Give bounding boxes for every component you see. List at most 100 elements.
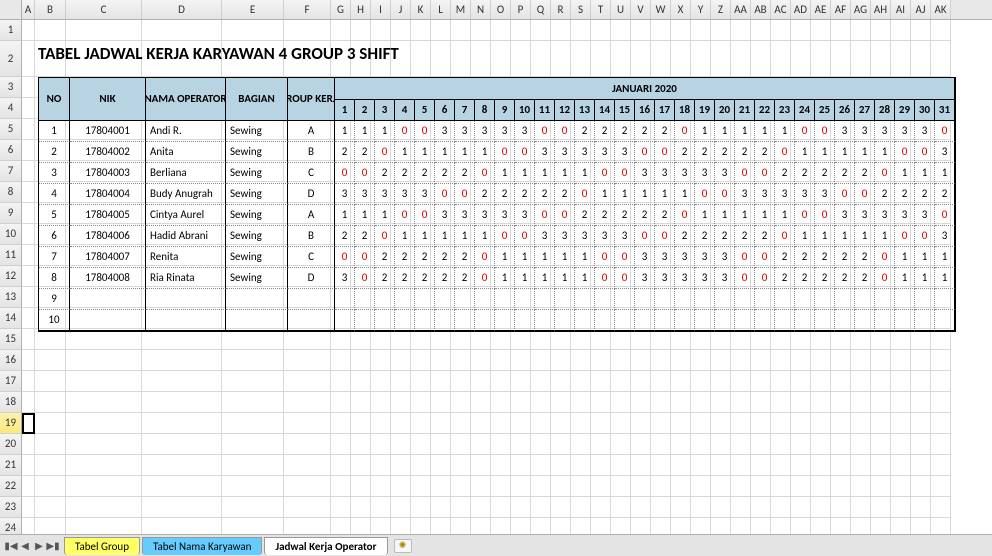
tab-nav-prev[interactable]: ◀ [18,539,32,552]
row-header-2[interactable]: 2 [0,41,22,77]
new-sheet-button[interactable]: ✺ [394,539,412,553]
tab-nav: ▮◀ ◀ ▶ ▶▮ [0,539,64,552]
th-day-28: 28 [875,100,895,121]
sheet-tab[interactable]: Tabel Group [64,537,140,555]
row-header-10[interactable]: 10 [0,224,22,245]
col-header-AI[interactable]: AI [891,0,911,19]
col-header-AF[interactable]: AF [831,0,851,19]
col-header-O[interactable]: O [491,0,511,19]
col-header-H[interactable]: H [351,0,371,19]
col-header-D[interactable]: D [142,0,222,19]
col-header-T[interactable]: T [591,0,611,19]
col-header-N[interactable]: N [471,0,491,19]
col-header-K[interactable]: K [411,0,431,19]
th-day-27: 27 [855,100,875,121]
col-header-G[interactable]: G [331,0,351,19]
col-header-C[interactable]: C [66,0,142,19]
row-header-19[interactable]: 19 [0,413,22,434]
th-day-10: 10 [515,100,535,121]
col-header-AC[interactable]: AC [771,0,791,19]
row-header-4[interactable]: 4 [0,98,22,119]
col-header-Z[interactable]: Z [711,0,731,19]
col-header-AJ[interactable]: AJ [911,0,931,19]
row-header-21[interactable]: 21 [0,455,22,476]
col-header-Y[interactable]: Y [691,0,711,19]
col-header-Q[interactable]: Q [531,0,551,19]
col-header-AB[interactable]: AB [751,0,771,19]
th-nik: NIK [70,78,146,121]
row-header-12[interactable]: 12 [0,266,22,287]
page-title: TABEL JADWAL KERJA KARYAWAN 4 GROUP 3 SH… [38,43,399,64]
th-day-20: 20 [715,100,735,121]
col-header-AK[interactable]: AK [931,0,951,19]
col-header-P[interactable]: P [511,0,531,19]
table-row: 617804006Hadid AbraniSewingB220111110033… [39,226,955,247]
sheet-tab-bar: ▮◀ ◀ ▶ ▶▮ Tabel GroupTabel Nama Karyawan… [0,534,992,556]
col-header-B[interactable]: B [35,0,66,19]
th-day-17: 17 [655,100,675,121]
col-header-R[interactable]: R [551,0,571,19]
col-header-S[interactable]: S [571,0,591,19]
sheet-tab[interactable]: Jadwal Kerja Operator [264,537,387,555]
row-header-5[interactable]: 5 [0,119,22,140]
table-row: 317804003BerlianaSewingC0022222011111003… [39,163,955,184]
table-row: 817804008Ria RinataSewingD30222220111110… [39,268,955,289]
th-group: GROUP KERJA [288,78,335,121]
th-day-6: 6 [435,100,455,121]
th-day-24: 24 [795,100,815,121]
row-header-23[interactable]: 23 [0,497,22,518]
col-header-AE[interactable]: AE [811,0,831,19]
th-day-5: 5 [415,100,435,121]
row-header-20[interactable]: 20 [0,434,22,455]
th-day-11: 11 [535,100,555,121]
col-header-J[interactable]: J [391,0,411,19]
th-bagian: BAGIAN [226,78,288,121]
row-header-8[interactable]: 8 [0,182,22,203]
row-header-9[interactable]: 9 [0,203,22,224]
col-header-A[interactable]: A [22,0,35,19]
row-header-16[interactable]: 16 [0,350,22,371]
th-day-7: 7 [455,100,475,121]
col-header-M[interactable]: M [451,0,471,19]
col-header-AG[interactable]: AG [851,0,871,19]
row-header-7[interactable]: 7 [0,161,22,182]
th-day-14: 14 [595,100,615,121]
select-all-corner[interactable] [0,0,22,19]
col-header-V[interactable]: V [631,0,651,19]
th-day-25: 25 [815,100,835,121]
th-day-15: 15 [615,100,635,121]
tab-nav-last[interactable]: ▶▮ [46,539,60,552]
sheet-tab[interactable]: Tabel Nama Karyawan [142,537,262,555]
row-header-17[interactable]: 17 [0,371,22,392]
col-header-W[interactable]: W [651,0,671,19]
th-day-12: 12 [555,100,575,121]
row-header-6[interactable]: 6 [0,140,22,161]
row-header-1[interactable]: 1 [0,20,22,41]
col-header-L[interactable]: L [431,0,451,19]
col-header-U[interactable]: U [611,0,631,19]
tab-nav-first[interactable]: ▮◀ [4,539,18,552]
table-row: 717804007RenitaSewingC002222201111100333… [39,247,955,268]
row-header-11[interactable]: 11 [0,245,22,266]
col-header-F[interactable]: F [284,0,331,19]
row-header-14[interactable]: 14 [0,308,22,329]
col-header-X[interactable]: X [671,0,691,19]
th-day-18: 18 [675,100,695,121]
row-header-13[interactable]: 13 [0,287,22,308]
row-header-15[interactable]: 15 [0,329,22,350]
col-header-E[interactable]: E [222,0,284,19]
col-header-AD[interactable]: AD [791,0,811,19]
row-header-22[interactable]: 22 [0,476,22,497]
col-header-AH[interactable]: AH [871,0,891,19]
th-day-2: 2 [355,100,375,121]
table-row: 517804005Cintya AurelSewingA111003333300… [39,205,955,226]
th-day-22: 22 [755,100,775,121]
col-header-I[interactable]: I [371,0,391,19]
col-header-AA[interactable]: AA [731,0,751,19]
th-day-19: 19 [695,100,715,121]
tab-nav-next[interactable]: ▶ [32,539,46,552]
row-header-3[interactable]: 3 [0,77,22,98]
schedule-table: NO NIK NAMA OPERATOR BAGIAN GROUP KERJA … [38,77,956,332]
row-header-18[interactable]: 18 [0,392,22,413]
th-day-21: 21 [735,100,755,121]
